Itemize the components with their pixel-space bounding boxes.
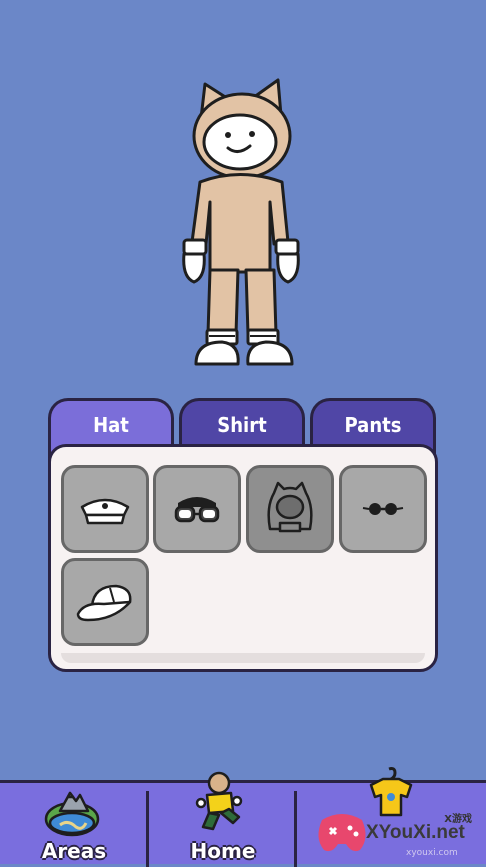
item-slot-sailor-cap[interactable] [61,465,149,553]
nav-home[interactable]: Home [149,771,297,867]
round-sunglasses-icon [362,503,404,515]
character-preview [170,72,320,377]
item-panel [48,444,438,672]
tab-shirt-label: Shirt [217,413,267,437]
tab-pants-label: Pants [344,413,402,437]
item-slot-round-sunglasses[interactable] [339,465,427,553]
gamepad-logo-icon [318,814,366,852]
island-icon [44,791,100,837]
item-slot-hood[interactable] [246,465,334,553]
nav-home-label: Home [190,839,256,863]
watermark-url: xyouxi.com [406,848,458,858]
tab-hat-label: Hat [93,413,129,437]
nav-areas-label: Areas [41,839,107,863]
watermark-brand: XYouXi.net [366,822,465,843]
running-character-icon [195,771,243,831]
baseball-cap-icon [76,584,132,622]
sailor-cap-icon [80,498,130,525]
goggles-icon [174,497,220,523]
watermark: X游戏 XYouXi.net xyouxi.com [312,800,486,864]
item-slot-goggles[interactable] [153,465,241,553]
nav-areas[interactable]: Areas [0,783,148,867]
item-slot-baseball-cap[interactable] [61,558,149,646]
hood-icon [267,481,313,533]
